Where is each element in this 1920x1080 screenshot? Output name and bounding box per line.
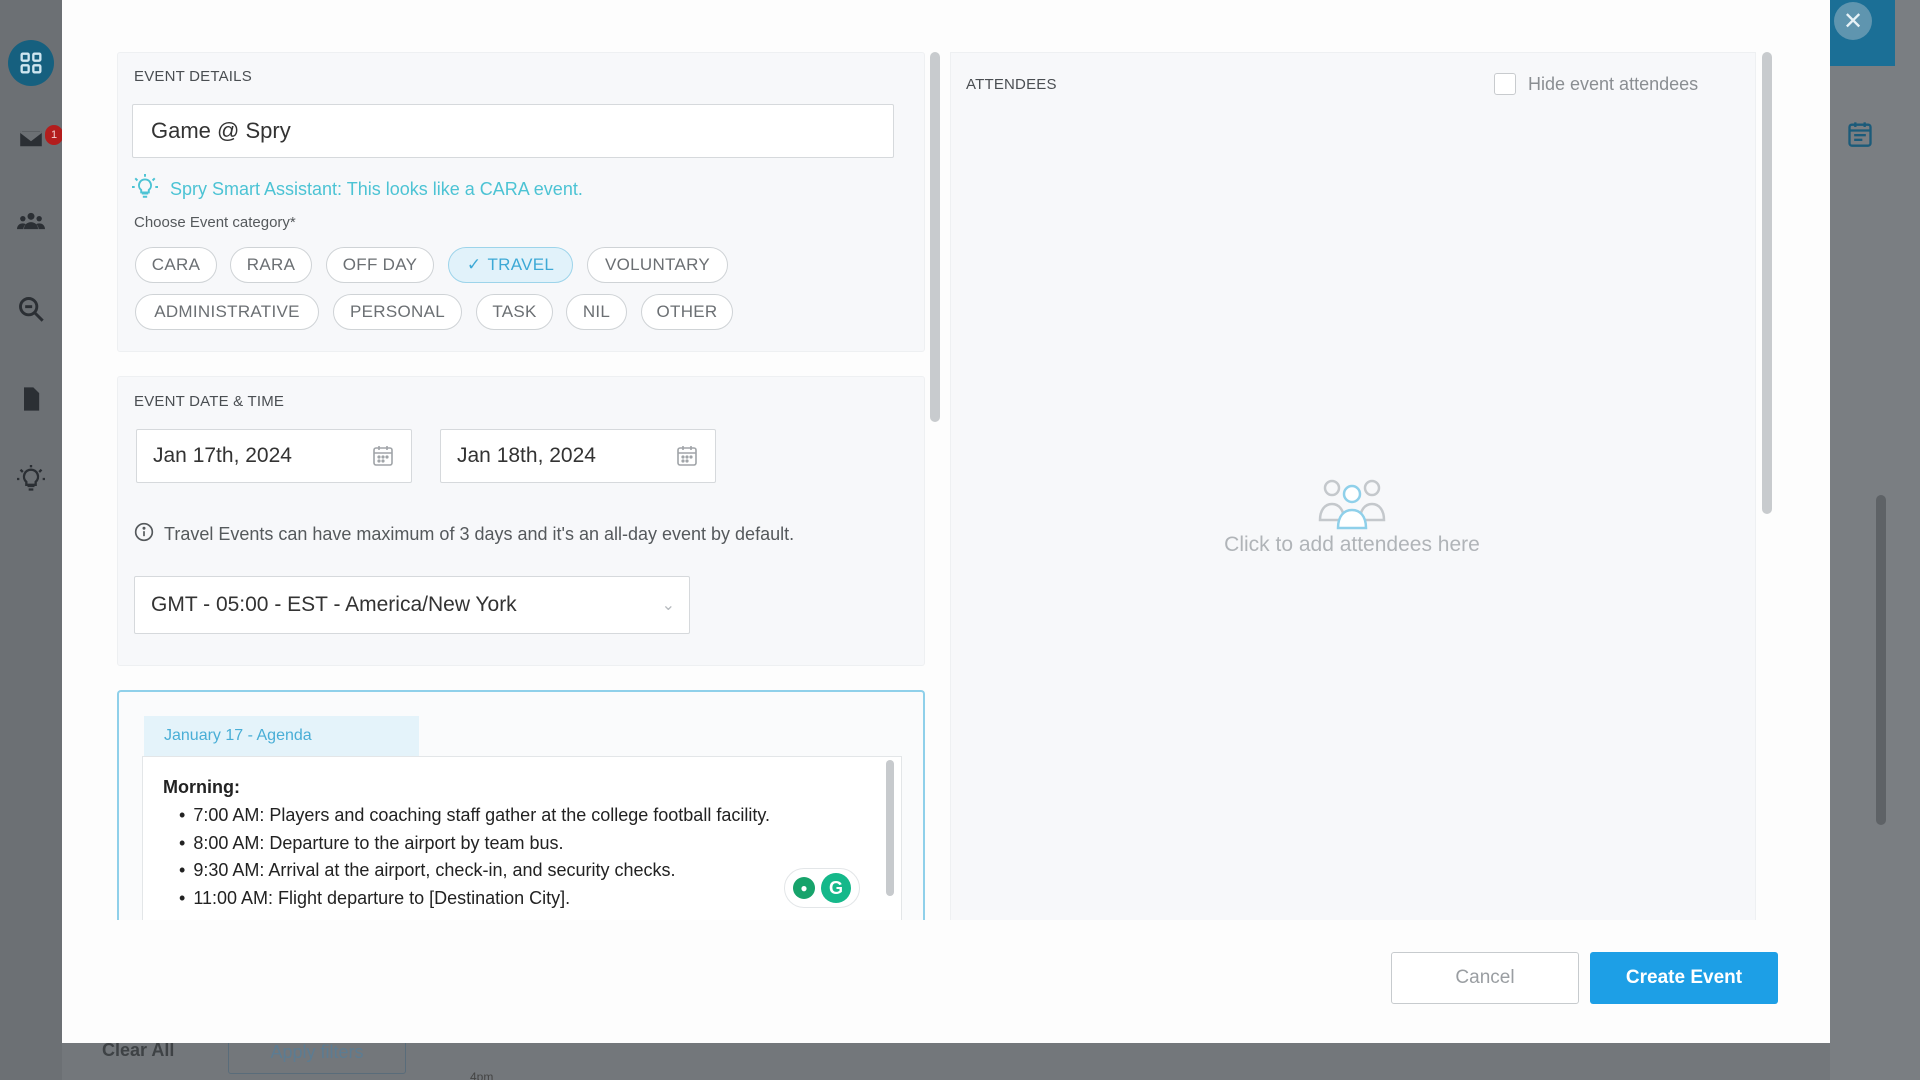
create-event-button[interactable]: Create Event	[1590, 952, 1778, 1004]
category-chip-nil[interactable]: NIL	[566, 294, 627, 330]
agenda-heading: Morning:	[163, 777, 240, 797]
time-label: 4pm	[470, 1070, 494, 1080]
category-chip-travel-label: TRAVEL	[487, 255, 555, 274]
category-chip-task[interactable]: TASK	[476, 294, 553, 330]
agenda-item: 11:00 AM: Flight departure to [Destinati…	[179, 885, 881, 913]
choose-category-label: Choose Event category*	[134, 214, 296, 231]
category-chip-cara[interactable]: CARA	[135, 247, 217, 283]
close-icon[interactable]: ✕	[1834, 2, 1872, 40]
left-column-scrollbar[interactable]	[930, 52, 940, 422]
smart-assistant-hint: Spry Smart Assistant: This looks like a …	[132, 174, 583, 205]
calendar-icon[interactable]	[1846, 120, 1874, 153]
category-chip-personal[interactable]: PERSONAL	[333, 294, 462, 330]
agenda-item: 9:30 AM: Arrival at the airport, check-i…	[179, 857, 881, 885]
calendar-icon[interactable]	[675, 444, 699, 474]
grammarly-logo-icon[interactable]: G	[821, 873, 851, 903]
end-date-input[interactable]: Jan 18th, 2024	[440, 429, 716, 483]
grammarly-widget[interactable]: ● G	[784, 868, 860, 908]
notification-badge: 1	[45, 125, 63, 145]
attendees-empty-text[interactable]: Click to add attendees here	[1160, 533, 1544, 557]
attendees-title: ATTENDEES	[966, 76, 1057, 93]
agenda-item: 8:00 AM: Departure to the airport by tea…	[179, 830, 881, 858]
event-datetime-title: EVENT DATE & TIME	[134, 393, 285, 410]
start-date-input[interactable]: Jan 17th, 2024	[136, 429, 412, 483]
timezone-select[interactable]: GMT - 05:00 - EST - America/New York ⌄	[134, 576, 690, 634]
event-details-title: EVENT DETAILS	[134, 68, 252, 85]
check-icon: ✓	[466, 255, 482, 274]
attendees-group-icon[interactable]	[1316, 474, 1388, 535]
cancel-button[interactable]: Cancel	[1391, 952, 1579, 1004]
attendees-scrollbar[interactable]	[1762, 52, 1772, 514]
start-date-value: Jan 17th, 2024	[153, 444, 292, 467]
right-strip	[1830, 0, 1920, 1080]
hide-attendees-label: Hide event attendees	[1528, 73, 1699, 94]
category-chip-travel[interactable]: ✓ TRAVEL	[448, 247, 573, 283]
travel-info-text: Travel Events can have maximum of 3 days…	[164, 524, 795, 544]
bulb-icon[interactable]: ●	[793, 877, 815, 899]
hide-attendees-checkbox[interactable]	[1494, 73, 1516, 95]
assistant-text: Spry Smart Assistant: This looks like a …	[170, 179, 583, 199]
lightbulb-icon[interactable]	[8, 456, 54, 502]
category-chip-other[interactable]: OTHER	[641, 294, 733, 330]
hide-attendees-toggle[interactable]: Hide event attendees	[1494, 73, 1698, 95]
agenda-item: 7:00 AM: Players and coaching staff gath…	[179, 802, 881, 830]
apps-grid-icon[interactable]	[8, 40, 54, 86]
category-chip-rara[interactable]: RARA	[230, 247, 312, 283]
team-icon[interactable]	[8, 198, 54, 244]
calendar-icon[interactable]	[371, 444, 395, 474]
background-scrollbar	[1876, 495, 1886, 825]
clear-all-button[interactable]: Clear All	[102, 1040, 174, 1061]
category-chip-voluntary[interactable]: VOLUNTARY	[587, 247, 728, 283]
agenda-scrollbar[interactable]	[886, 760, 894, 896]
search-icon[interactable]	[8, 286, 54, 332]
chevron-down-icon: ⌄	[661, 597, 675, 614]
info-icon	[134, 522, 154, 547]
travel-info-note: Travel Events can have maximum of 3 days…	[134, 522, 794, 547]
document-icon[interactable]	[8, 376, 54, 422]
lightbulb-icon	[132, 174, 158, 205]
end-date-value: Jan 18th, 2024	[457, 444, 596, 467]
left-rail	[0, 0, 62, 1080]
category-chip-administrative[interactable]: ADMINISTRATIVE	[135, 294, 319, 330]
event-name-input[interactable]: Game @ Spry	[132, 104, 894, 158]
agenda-tab[interactable]: January 17 - Agenda	[144, 716, 419, 756]
category-chip-off-day[interactable]: OFF DAY	[326, 247, 434, 283]
agenda-list: 7:00 AM: Players and coaching staff gath…	[163, 802, 881, 912]
timezone-value: GMT - 05:00 - EST - America/New York	[151, 593, 517, 616]
